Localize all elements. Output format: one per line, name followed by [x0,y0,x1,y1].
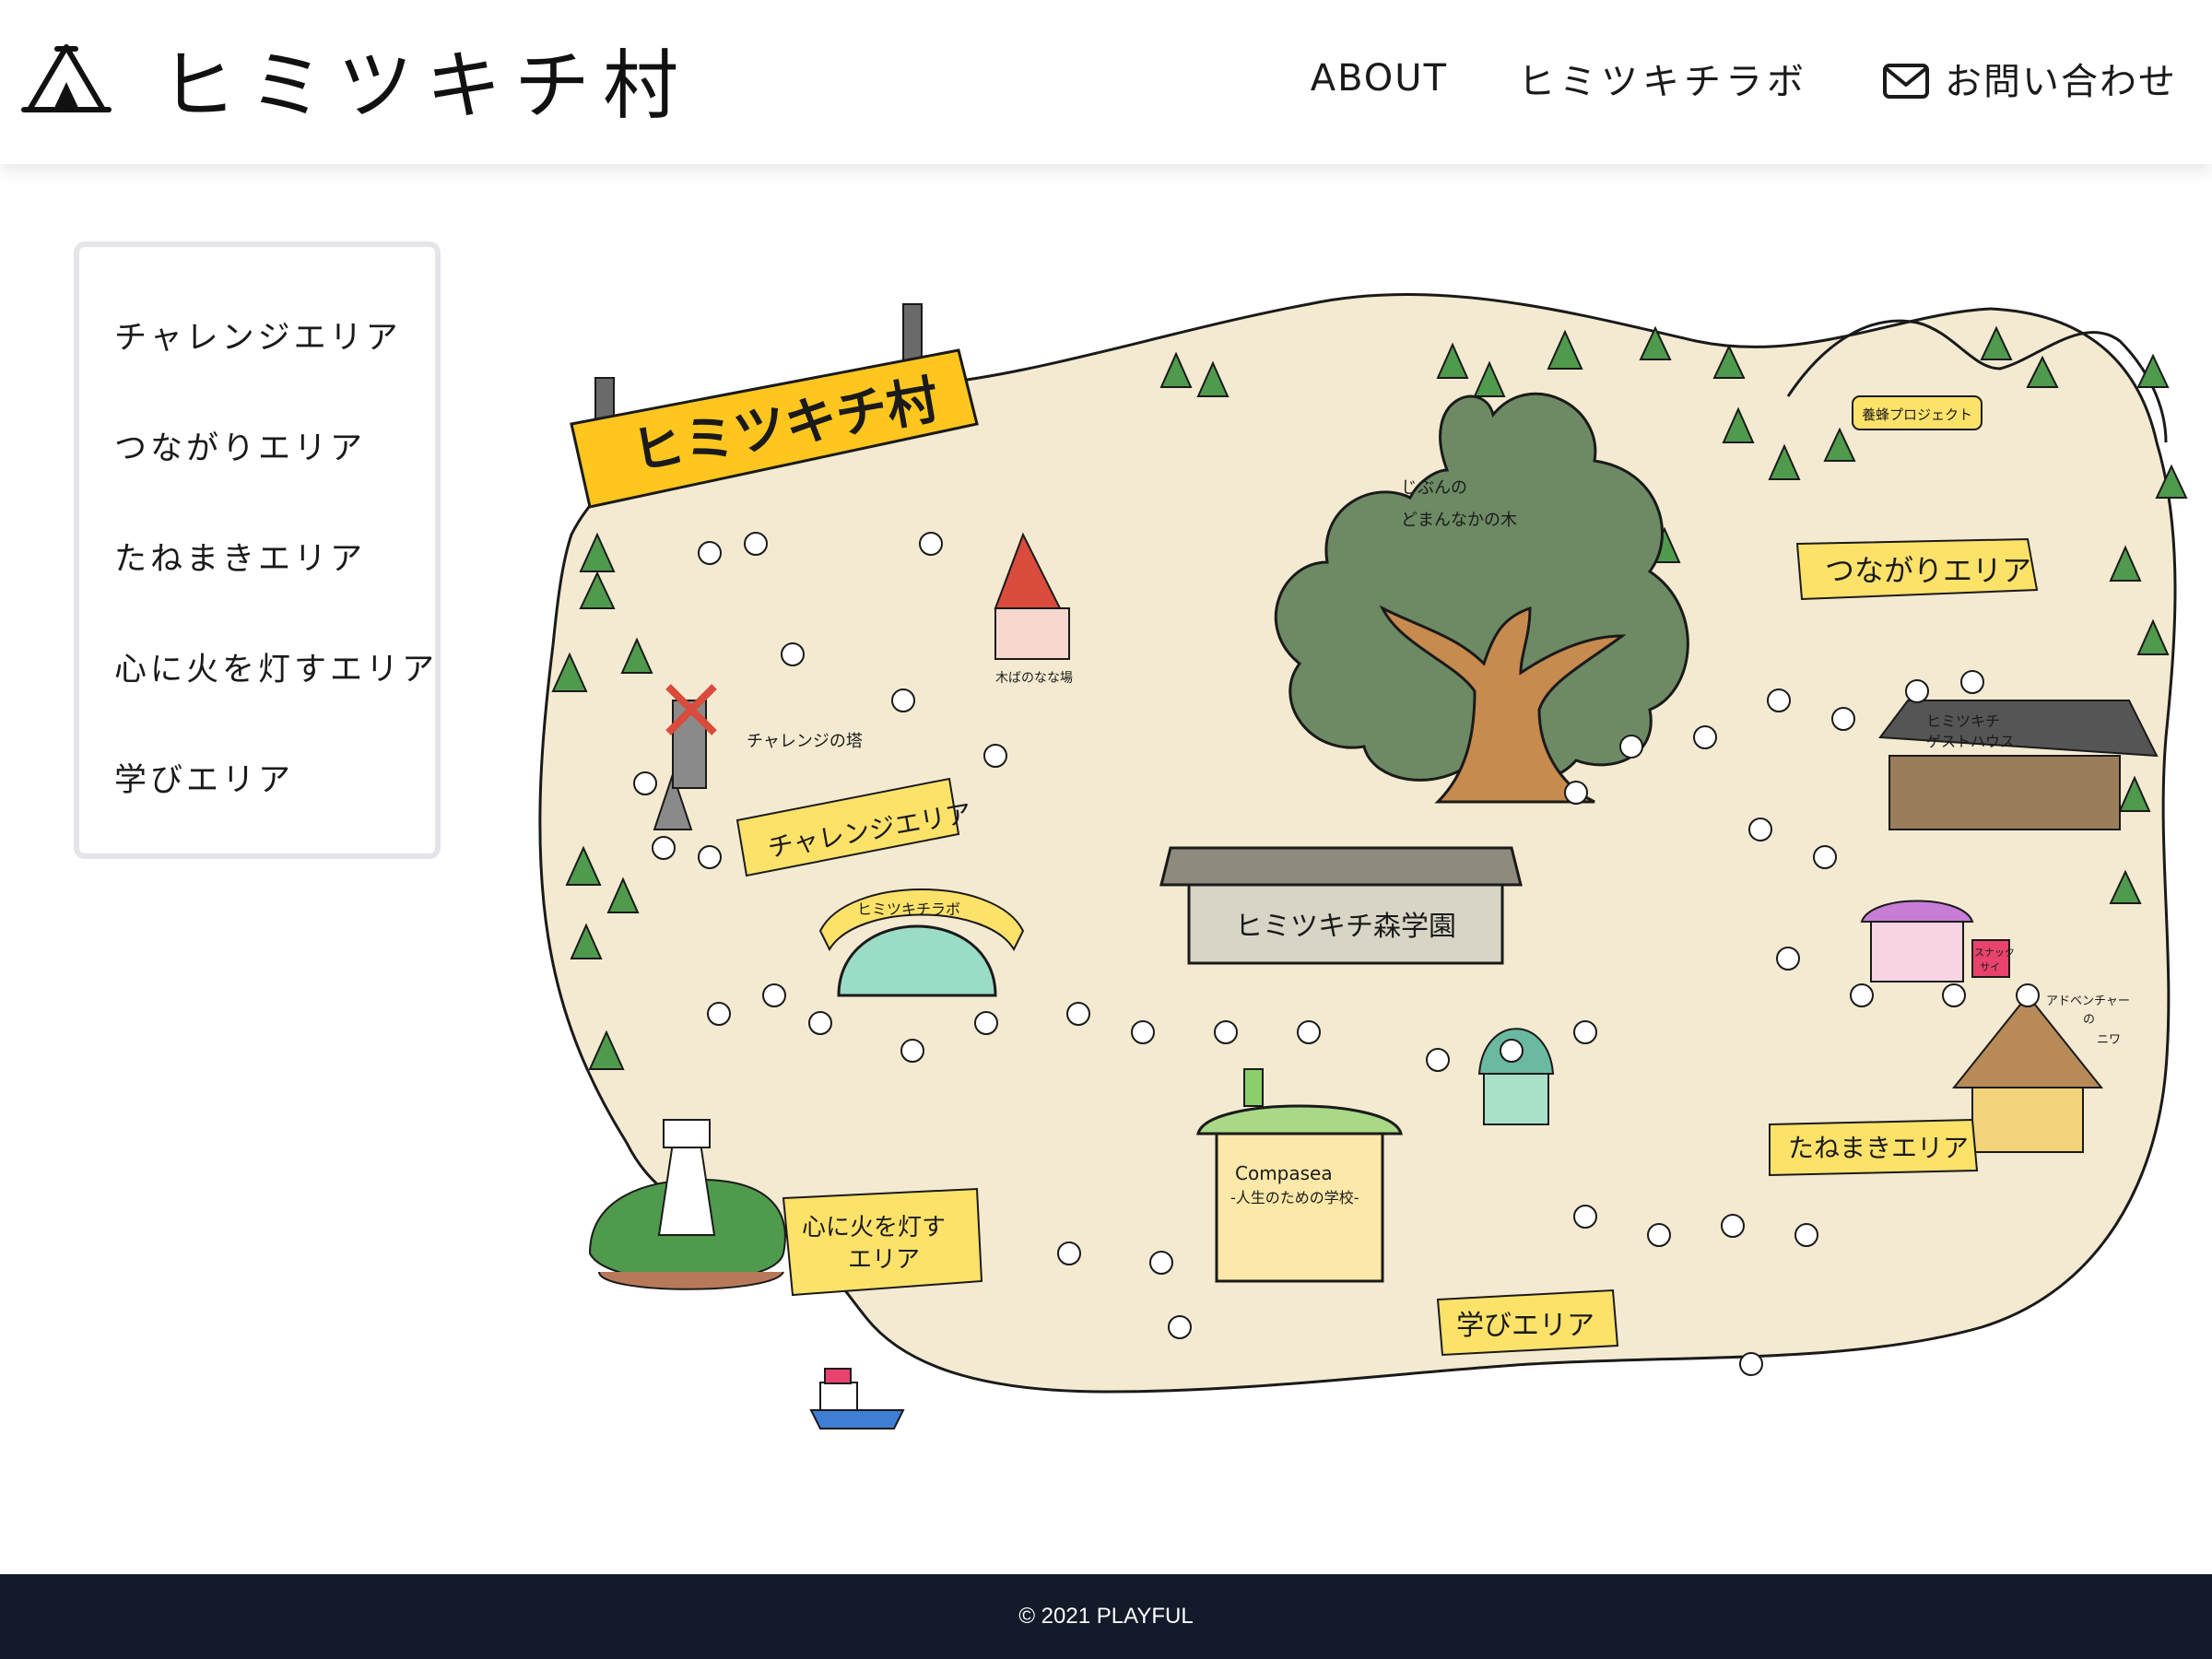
guesthouse-label-line1: ヒミツキチ [1926,712,2000,730]
compass-label-line1: Compasea [1235,1162,1333,1184]
guesthouse-label-line2: ゲストハウス [1926,733,2015,750]
copyright-text: © 2021 PLAYFUL [1018,1604,1194,1629]
sidebar-item-kokoro[interactable]: 心に火を灯すエリア [114,643,438,690]
sidebar-item-tsunagari[interactable]: つながりエリア [114,422,366,469]
school-label: ヒミツキチ森学園 [1235,911,1456,943]
challenge-tower-label: チャレンジの塔 [747,732,863,751]
guesthouse: ヒミツキチ ゲストハウス [1878,700,2159,830]
tanemaki-label: たねまきエリア [1788,1133,1969,1163]
area-label-manabi[interactable]: 学びエリア [1436,1288,1619,1357]
area-label-tanemaki[interactable]: たねまきエリア [1769,1118,1979,1177]
area-label-kokoro[interactable]: 心に火を灯す エリア [782,1187,983,1297]
manabi-label: 学びエリア [1456,1310,1594,1342]
adventure-label-line2: の [2083,1013,2095,1027]
main-nav: ABOUT ヒミツキチラボ お問い合わせ [1311,52,2177,105]
boat [809,1368,905,1430]
nav-contact-link[interactable]: お問い合わせ [1882,52,2177,105]
logo-text: ヒミツキチ村 [160,41,692,130]
site-header: ヒミツキチ村 ABOUT ヒミツキチラボ お問い合わせ [0,0,2212,164]
compass-label-line2: -人生のための学校- [1230,1189,1359,1206]
sidebar-item-tanemaki[interactable]: たねまきエリア [114,533,366,580]
adventure-label-line1: アドベンチャー [2046,994,2130,1008]
site-logo[interactable]: ヒミツキチ村 [20,37,691,130]
kokoro-label-line1: 心に火を灯す [802,1214,946,1241]
village-map-illustration: じぶんの どまんなかの木 ヒミツキチ村 ヒミツキチ森学園 ヒミツキチラボ チャレ… [538,292,2188,1430]
tree-label-line2: どまんなかの木 [1401,511,1517,530]
lab-label: ヒミツキチラボ [857,900,960,918]
sidebar-item-manabi[interactable]: 学びエリア [114,754,294,801]
adventure-label-line3: ニワ [2097,1033,2121,1047]
shop-label-line2: サイ [1980,961,2000,973]
area-label-tsunagari[interactable]: つながりエリア [1795,537,2039,601]
project-label: 養蜂プロジェクト [1862,406,1972,423]
tent-logo-icon [21,44,112,112]
nav-about-link[interactable]: ABOUT [1311,57,1448,100]
nav-contact-label: お問い合わせ [1945,61,2177,103]
kokoro-label-line2: エリア [848,1246,920,1274]
site-footer: © 2021 PLAYFUL [0,1574,2212,1659]
tree-label-line1: じぶんの [1401,478,1467,498]
mori-gakuen-building: ヒミツキチ森学園 [1159,846,1523,965]
shop-label-line1: スナック [1974,947,2015,959]
area-sidebar: チャレンジエリア つながりエリア たねまきエリア 心に火を灯すエリア 学びエリア [74,241,441,859]
hut-label: 木ばのなな場 [995,671,1073,686]
project-banner: 養蜂プロジェクト [1852,395,1983,430]
nav-lab-link[interactable]: ヒミツキチラボ [1518,52,1808,105]
envelope-icon [1883,64,1929,99]
sidebar-item-challenge[interactable]: チャレンジエリア [114,312,402,359]
tsunagari-label: つながりエリア [1825,553,2031,588]
village-map: じぶんの どまんなかの木 ヒミツキチ村 ヒミツキチ森学園 ヒミツキチラボ チャレ… [516,258,2212,1484]
